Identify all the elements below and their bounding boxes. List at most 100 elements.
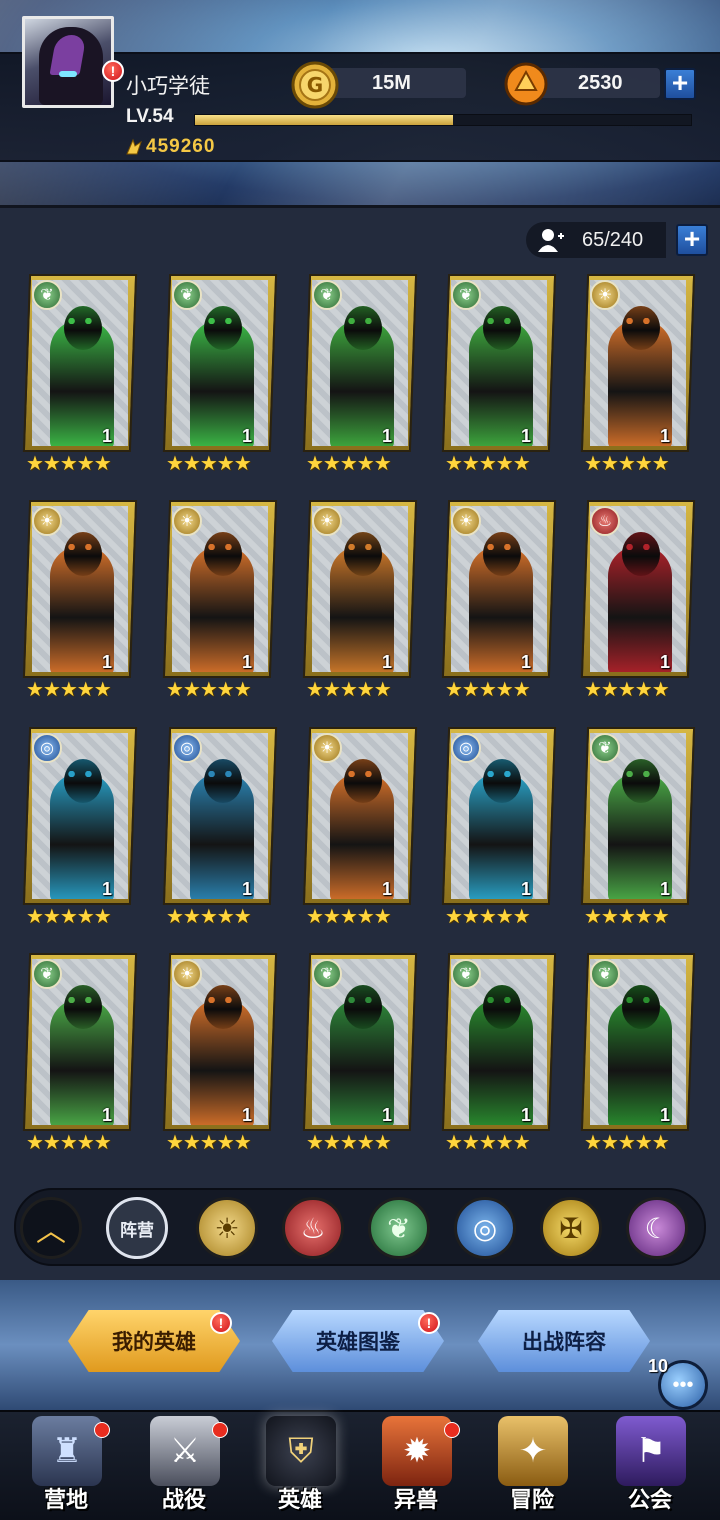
- filter-light-faction[interactable]: ☀: [196, 1197, 258, 1259]
- filter-holy-faction[interactable]: ✠: [540, 1197, 602, 1259]
- hero-level: 1: [382, 652, 393, 672]
- nav-camp[interactable]: ♜ 营地: [10, 1410, 122, 1520]
- filter-water-faction[interactable]: ◎: [454, 1197, 516, 1259]
- nav-heroes[interactable]: ⛨ 英雄: [244, 1410, 356, 1520]
- filter-shadow-faction[interactable]: ☾: [626, 1197, 688, 1259]
- hero-card[interactable]: ☀ 1 ★★★★★: [302, 500, 418, 700]
- player-avatar[interactable]: [22, 16, 114, 108]
- nav-adventure[interactable]: ✦ 冒险: [476, 1410, 588, 1520]
- collapse-filter-button[interactable]: ︿: [20, 1197, 82, 1259]
- hero-level: 1: [660, 426, 671, 446]
- hero-level: 1: [521, 426, 532, 446]
- battle-lineup-button[interactable]: 出战阵容: [478, 1310, 650, 1372]
- hero-stars: ★★★★★: [306, 1132, 392, 1154]
- hero-card[interactable]: ❦ 1 ★★★★★: [580, 953, 696, 1153]
- filter-all-factions[interactable]: 阵营: [106, 1197, 168, 1259]
- nav-campaign[interactable]: ⚔ 战役: [128, 1410, 240, 1520]
- hero-eyes: [346, 318, 374, 324]
- hero-level: 1: [102, 879, 113, 899]
- hero-stars: ★★★★★: [584, 453, 670, 475]
- hero-level: 1: [382, 426, 393, 446]
- hero-card[interactable]: ◎ 1 ★★★★★: [22, 727, 138, 927]
- avatar-alert-badge: !: [102, 60, 124, 82]
- hero-level: 1: [242, 426, 253, 446]
- wave-icon: ◎: [472, 1212, 498, 1244]
- hero-eyes: [624, 997, 652, 1003]
- hero-eyes: [485, 771, 513, 777]
- hero-stars: ★★★★★: [584, 906, 670, 928]
- nav-heroes-label: 英雄: [277, 1487, 322, 1512]
- leaf-icon: ❦: [32, 959, 62, 989]
- hero-eyes: [66, 318, 94, 324]
- hero-card[interactable]: ❦ 1 ★★★★★: [302, 953, 418, 1153]
- hero-card[interactable]: ❦ 1 ★★★★★: [22, 274, 138, 474]
- codex-alert-badge: !: [418, 1312, 440, 1334]
- gem-value: 2530: [578, 72, 623, 94]
- beast-icon: ✹: [382, 1416, 452, 1486]
- filter-nature-faction[interactable]: ❦: [368, 1197, 430, 1259]
- nav-guild[interactable]: ⚑ 公会: [594, 1410, 706, 1520]
- gold-value: 15M: [372, 72, 411, 94]
- hero-eyes: [485, 544, 513, 550]
- hero-card[interactable]: ♨ 1 ★★★★★: [580, 500, 696, 700]
- hero-card[interactable]: ❦ 1 ★★★★★: [302, 274, 418, 474]
- sun-icon: ☀: [172, 506, 202, 536]
- hero-level: 1: [242, 652, 253, 672]
- add-gems-button[interactable]: +: [664, 68, 696, 100]
- hero-level: 1: [660, 652, 671, 672]
- leaf-icon: ❦: [32, 280, 62, 310]
- holy-icon: ✠: [559, 1212, 583, 1244]
- hero-stars: ★★★★★: [306, 906, 392, 928]
- player-name: 小巧学徒: [126, 75, 210, 98]
- nav-beasts-dot: [444, 1422, 460, 1438]
- hero-level: 1: [242, 879, 253, 899]
- hero-eyes: [206, 771, 234, 777]
- hero-eyes: [66, 544, 94, 550]
- hero-card[interactable]: ☀ 1 ★★★★★: [580, 274, 696, 474]
- hero-card[interactable]: ❦ 1 ★★★★★: [580, 727, 696, 927]
- nav-campaign-label: 战役: [161, 1487, 206, 1512]
- hero-card[interactable]: ◎ 1 ★★★★★: [162, 727, 278, 927]
- flame-icon: ♨: [300, 1212, 326, 1244]
- leaf-icon: ❦: [451, 280, 481, 310]
- hero-stars: ★★★★★: [26, 1132, 112, 1154]
- xp-bar: [194, 114, 692, 126]
- hero-stars: ★★★★★: [166, 679, 252, 701]
- hero-level: 1: [242, 1105, 253, 1125]
- hero-card[interactable]: ☀ 1 ★★★★★: [302, 727, 418, 927]
- nav-guild-label: 公会: [627, 1487, 672, 1512]
- sun-icon: ☀: [312, 733, 342, 763]
- hero-card[interactable]: ❦ 1 ★★★★★: [441, 953, 557, 1153]
- hero-eyes: [485, 318, 513, 324]
- gem-icon: [504, 62, 548, 106]
- hero-card[interactable]: ☀ 1 ★★★★★: [162, 500, 278, 700]
- nav-beasts[interactable]: ✹ 异兽: [360, 1410, 472, 1520]
- hero-level: 1: [102, 426, 113, 446]
- hero-card[interactable]: ☀ 1 ★★★★★: [441, 500, 557, 700]
- hero-stars: ★★★★★: [306, 679, 392, 701]
- power-icon: [126, 138, 142, 155]
- wave-icon: ◎: [172, 733, 202, 763]
- hero-card[interactable]: ☀ 1 ★★★★★: [162, 953, 278, 1153]
- hero-card[interactable]: ❦ 1 ★★★★★: [441, 274, 557, 474]
- hero-card[interactable]: ❦ 1 ★★★★★: [162, 274, 278, 474]
- hero-level: 1: [521, 652, 532, 672]
- hero-stars: ★★★★★: [26, 679, 112, 701]
- hero-stars: ★★★★★: [26, 906, 112, 928]
- roster-capacity-value: 65/240: [582, 229, 644, 251]
- nav-beasts-label: 异兽: [393, 1487, 438, 1512]
- hero-stars: ★★★★★: [445, 453, 531, 475]
- hero-stars: ★★★★★: [445, 679, 531, 701]
- sun-icon: ☀: [312, 506, 342, 536]
- hero-card[interactable]: ◎ 1 ★★★★★: [441, 727, 557, 927]
- leaf-icon: ❦: [451, 959, 481, 989]
- hero-level: 1: [660, 1105, 671, 1125]
- hero-eyes: [346, 771, 374, 777]
- nav-camp-dot: [94, 1422, 110, 1438]
- castle-icon: ♜: [32, 1416, 102, 1486]
- filter-fire-faction[interactable]: ♨: [282, 1197, 344, 1259]
- hero-card[interactable]: ❦ 1 ★★★★★: [22, 953, 138, 1153]
- hero-stars: ★★★★★: [306, 453, 392, 475]
- hero-card[interactable]: ☀ 1 ★★★★★: [22, 500, 138, 700]
- expand-roster-button[interactable]: +: [676, 224, 708, 256]
